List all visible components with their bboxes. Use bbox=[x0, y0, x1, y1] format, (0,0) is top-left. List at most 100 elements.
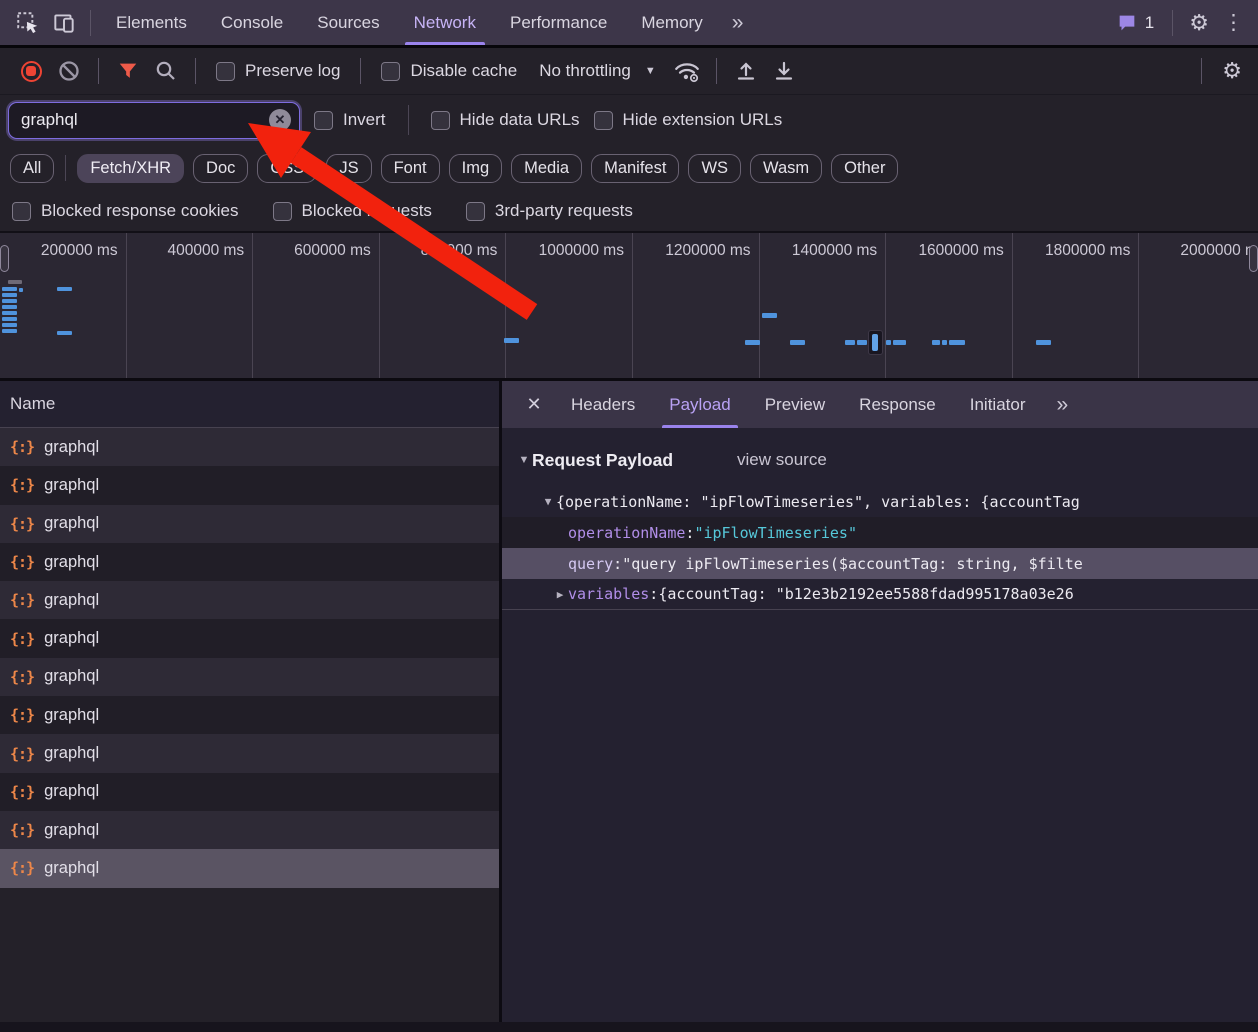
triangle-right-icon: ▶ bbox=[552, 588, 568, 601]
waterfall-bars bbox=[0, 233, 1258, 378]
overview-right-handle[interactable] bbox=[1249, 245, 1258, 272]
tab-console[interactable]: Console bbox=[204, 0, 300, 45]
name-column-header[interactable]: Name bbox=[0, 381, 499, 428]
third-party-requests-checkbox[interactable] bbox=[466, 202, 485, 221]
request-row[interactable]: {:}graphql bbox=[0, 734, 499, 772]
request-row[interactable]: {:}graphql bbox=[0, 619, 499, 657]
payload-row-query-selected[interactable]: query: "query ipFlowTimeseries($accountT… bbox=[502, 548, 1258, 579]
request-detail-panel: ✕ Headers Payload Preview Response Initi… bbox=[502, 381, 1258, 1032]
chip-wasm[interactable]: Wasm bbox=[750, 154, 822, 183]
filter-input[interactable] bbox=[21, 110, 269, 130]
request-row[interactable]: {:}graphql bbox=[0, 696, 499, 734]
chevron-down-icon: ▼ bbox=[645, 65, 656, 77]
more-tabs-icon[interactable]: » bbox=[720, 11, 754, 35]
network-settings-gear-icon[interactable]: ⚙ bbox=[1214, 58, 1258, 84]
request-payload-section[interactable]: ▼ Request Payload view source bbox=[502, 444, 1258, 476]
detail-tab-payload[interactable]: Payload bbox=[652, 382, 747, 428]
request-row[interactable]: {:}graphql bbox=[0, 543, 499, 581]
chip-doc[interactable]: Doc bbox=[193, 154, 248, 183]
hide-data-urls-checkbox[interactable] bbox=[431, 111, 450, 130]
clear-network-log-icon[interactable] bbox=[52, 54, 86, 88]
request-list: {:}graphql {:}graphql {:}graphql {:}grap… bbox=[0, 428, 499, 888]
clear-filter-icon[interactable]: ✕ bbox=[269, 109, 291, 131]
throttling-value: No throttling bbox=[539, 61, 631, 81]
waterfall-bar bbox=[19, 288, 23, 292]
invert-toggle[interactable]: Invert bbox=[314, 110, 386, 130]
preserve-log-toggle[interactable]: Preserve log bbox=[208, 61, 348, 81]
request-row-selected[interactable]: {:}graphql bbox=[0, 849, 499, 887]
detail-tab-headers[interactable]: Headers bbox=[554, 382, 652, 428]
filter-funnel-icon[interactable] bbox=[111, 54, 145, 88]
chip-font[interactable]: Font bbox=[381, 154, 440, 183]
request-row[interactable]: {:}graphql bbox=[0, 581, 499, 619]
settings-gear-icon[interactable]: ⚙ bbox=[1181, 10, 1217, 36]
detail-tab-preview[interactable]: Preview bbox=[748, 382, 842, 428]
chip-css[interactable]: CSS bbox=[257, 154, 317, 183]
request-row[interactable]: {:}graphql bbox=[0, 428, 499, 466]
export-har-icon[interactable] bbox=[767, 54, 801, 88]
import-har-icon[interactable] bbox=[729, 54, 763, 88]
payload-preview-line[interactable]: ▼ {operationName: "ipFlowTimeseries", va… bbox=[502, 486, 1258, 517]
record-network-log-button[interactable] bbox=[14, 54, 48, 88]
tab-performance[interactable]: Performance bbox=[493, 0, 624, 45]
message-bubble-icon bbox=[1116, 12, 1138, 34]
blocked-response-cookies-checkbox[interactable] bbox=[12, 202, 31, 221]
chip-js[interactable]: JS bbox=[326, 154, 371, 183]
preserve-log-checkbox[interactable] bbox=[216, 62, 235, 81]
chip-fetch-xhr[interactable]: Fetch/XHR bbox=[77, 154, 184, 183]
tab-sources[interactable]: Sources bbox=[300, 0, 396, 45]
detail-more-tabs-icon[interactable]: » bbox=[1042, 393, 1066, 417]
blocked-response-cookies-toggle[interactable]: Blocked response cookies bbox=[12, 201, 239, 221]
chip-img[interactable]: Img bbox=[449, 154, 503, 183]
chip-media[interactable]: Media bbox=[511, 154, 582, 183]
waterfall-bar bbox=[2, 305, 17, 309]
tab-network[interactable]: Network bbox=[397, 0, 493, 45]
chip-other[interactable]: Other bbox=[831, 154, 898, 183]
overview-left-handle[interactable] bbox=[0, 245, 9, 272]
hide-extension-urls-toggle[interactable]: Hide extension URLs bbox=[594, 110, 783, 130]
detail-tab-response[interactable]: Response bbox=[842, 382, 953, 428]
waterfall-bar bbox=[2, 317, 17, 321]
console-messages-button[interactable]: 1 bbox=[1106, 12, 1164, 34]
hide-extension-urls-checkbox[interactable] bbox=[594, 111, 613, 130]
third-party-requests-toggle[interactable]: 3rd-party requests bbox=[466, 201, 633, 221]
network-lower-panels: Name {:}graphql {:}graphql {:}graphql {:… bbox=[0, 381, 1258, 1032]
chip-manifest[interactable]: Manifest bbox=[591, 154, 679, 183]
blocked-requests-toggle[interactable]: Blocked requests bbox=[273, 201, 432, 221]
property-key: operationName bbox=[568, 524, 685, 542]
search-icon[interactable] bbox=[149, 54, 183, 88]
throttling-select[interactable]: No throttling ▼ bbox=[529, 61, 666, 81]
detail-tab-initiator[interactable]: Initiator bbox=[953, 382, 1043, 428]
blocked-requests-checkbox[interactable] bbox=[273, 202, 292, 221]
disable-cache-toggle[interactable]: Disable cache bbox=[373, 61, 525, 81]
filter-box[interactable]: ✕ bbox=[8, 102, 300, 139]
section-title: Request Payload bbox=[532, 450, 673, 471]
waterfall-bar bbox=[2, 329, 17, 333]
inspect-element-icon[interactable] bbox=[10, 6, 46, 40]
request-row[interactable]: {:}graphql bbox=[0, 773, 499, 811]
tab-elements[interactable]: Elements bbox=[99, 0, 204, 45]
network-conditions-icon[interactable] bbox=[670, 54, 704, 88]
tab-memory[interactable]: Memory bbox=[624, 0, 719, 45]
overflow-menu-icon[interactable]: ⋮ bbox=[1217, 10, 1258, 35]
disable-cache-checkbox[interactable] bbox=[381, 62, 400, 81]
request-row[interactable]: {:}graphql bbox=[0, 505, 499, 543]
chip-ws[interactable]: WS bbox=[688, 154, 741, 183]
device-toolbar-icon[interactable] bbox=[46, 6, 82, 40]
payload-row-variables[interactable]: ▶ variables: {accountTag: "b12e3b2192ee5… bbox=[502, 579, 1258, 610]
request-name: graphql bbox=[44, 782, 99, 801]
request-row[interactable]: {:}graphql bbox=[0, 466, 499, 504]
json-icon: {:} bbox=[10, 668, 34, 686]
requests-panel: Name {:}graphql {:}graphql {:}graphql {:… bbox=[0, 381, 502, 1032]
request-row[interactable]: {:}graphql bbox=[0, 658, 499, 696]
network-overview-timeline[interactable]: 200000 ms 400000 ms 600000 ms 800000 ms … bbox=[0, 231, 1258, 381]
hide-data-urls-toggle[interactable]: Hide data URLs bbox=[431, 110, 580, 130]
close-detail-icon[interactable]: ✕ bbox=[514, 394, 554, 415]
view-source-link[interactable]: view source bbox=[737, 450, 827, 470]
chip-all[interactable]: All bbox=[10, 154, 54, 183]
invert-label: Invert bbox=[343, 110, 386, 130]
request-row[interactable]: {:}graphql bbox=[0, 811, 499, 849]
payload-row-operation-name[interactable]: operationName: "ipFlowTimeseries" bbox=[502, 517, 1258, 548]
invert-checkbox[interactable] bbox=[314, 111, 333, 130]
waterfall-bar bbox=[886, 340, 891, 345]
